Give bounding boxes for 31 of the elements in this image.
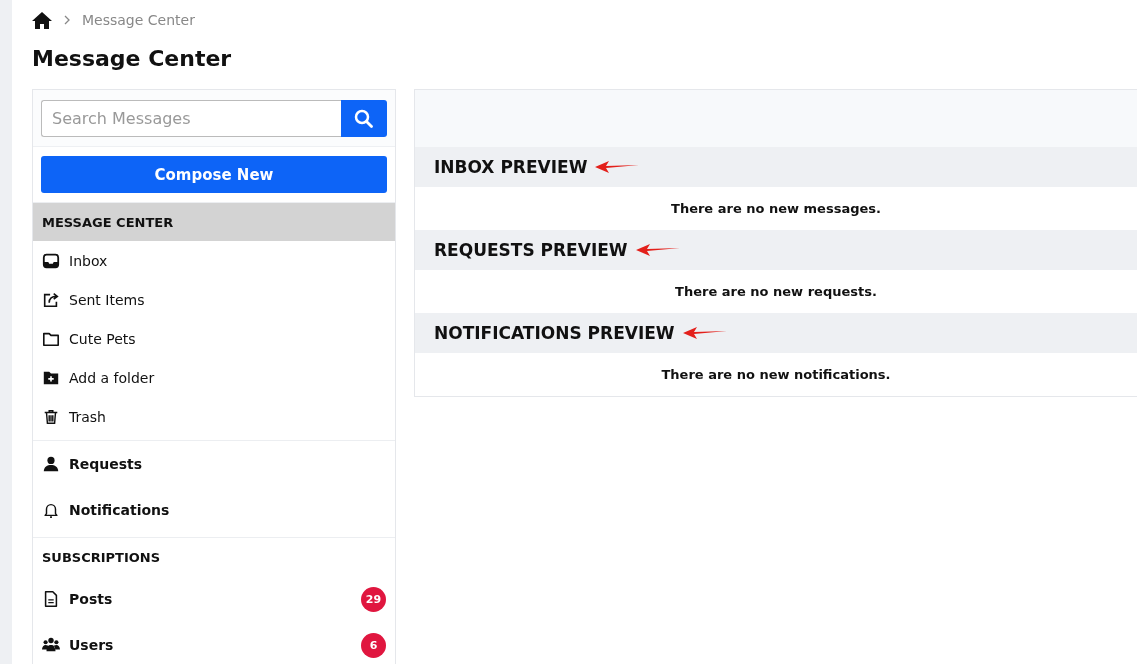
preview-title: NOTIFICATIONS PREVIEW xyxy=(434,323,675,343)
preview-title: INBOX PREVIEW xyxy=(434,157,588,177)
bell-icon xyxy=(42,501,60,519)
sidebar-item[interactable]: Trash xyxy=(33,397,395,436)
trash-icon xyxy=(42,407,60,426)
inbox-icon xyxy=(42,251,60,270)
section-heading: MESSAGE CENTER xyxy=(33,203,395,241)
users-icon xyxy=(42,636,60,654)
sidebar-item[interactable]: Notifications xyxy=(33,487,395,533)
search-icon xyxy=(354,108,374,129)
search-field[interactable]: Search Messages xyxy=(41,100,341,137)
compose-button[interactable]: Compose New xyxy=(41,156,387,193)
sidebar-item[interactable]: Add a folder xyxy=(33,358,395,397)
sidebar-item[interactable]: Requests xyxy=(33,441,395,487)
breadcrumb-link[interactable]: Message Center xyxy=(82,12,195,28)
count-badge: 6 xyxy=(361,632,386,658)
sidebar-item[interactable]: Cute Pets xyxy=(33,319,395,358)
sidebar-item[interactable]: Users 6 xyxy=(33,622,395,664)
person-icon xyxy=(42,455,60,473)
home-icon[interactable] xyxy=(32,11,52,29)
count-badge: 29 xyxy=(361,586,386,612)
share-icon xyxy=(42,290,60,309)
page-title: Message Center xyxy=(32,46,233,71)
section-heading: SUBSCRIPTIONS xyxy=(41,548,162,567)
chevron-icon xyxy=(62,15,72,25)
sidebar-item[interactable]: Sent Items xyxy=(33,280,395,319)
document-icon xyxy=(42,590,60,608)
preview-title: REQUESTS PREVIEW xyxy=(434,240,628,260)
search-button[interactable] xyxy=(341,100,387,137)
sidebar-item[interactable]: Posts 29 xyxy=(33,576,395,622)
sidebar-item[interactable]: Inbox xyxy=(33,241,395,280)
